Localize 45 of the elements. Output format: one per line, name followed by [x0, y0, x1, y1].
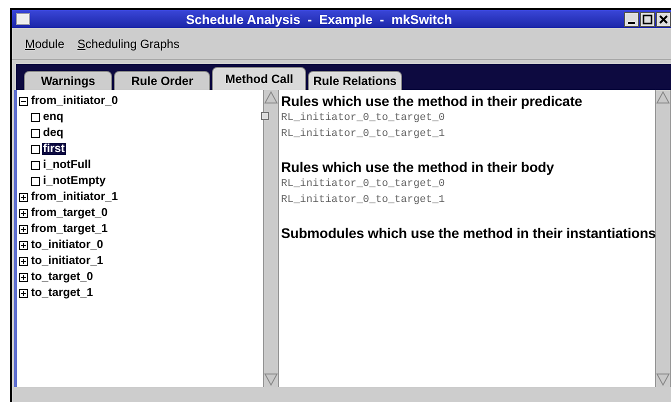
tree-item[interactable]: to_target_0 — [30, 271, 94, 283]
app-logo-icon — [16, 13, 30, 25]
rule-name: RL_initiator_0_to_target_1 — [281, 193, 446, 208]
tree-item[interactable]: enq — [42, 111, 64, 123]
menu-item[interactable]: Module — [25, 36, 64, 50]
checkbox-icon[interactable] — [31, 160, 40, 170]
minimize-icon[interactable] — [624, 12, 639, 26]
checkbox-icon[interactable] — [31, 176, 40, 186]
expand-icon[interactable] — [19, 208, 28, 218]
tree-item[interactable]: from_target_1 — [30, 223, 109, 235]
expand-icon[interactable] — [19, 288, 28, 298]
checkbox-icon[interactable] — [31, 112, 40, 122]
window-title: Schedule Analysis - Example - mkSwitch — [184, 12, 454, 26]
tree-item[interactable]: from_target_0 — [30, 207, 109, 219]
tree-item[interactable]: to_initiator_1 — [30, 255, 104, 267]
tree-item[interactable]: i_notFull — [42, 159, 92, 171]
collapse-icon[interactable] — [19, 96, 28, 106]
rule-name: RL_initiator_0_to_target_0 — [281, 177, 446, 192]
expand-icon[interactable] — [19, 224, 28, 234]
expand-icon[interactable] — [19, 240, 28, 250]
tab[interactable]: Warnings — [24, 71, 112, 90]
close-icon[interactable] — [656, 12, 671, 26]
tab[interactable]: Rule Order — [114, 71, 210, 90]
tree-item[interactable]: i_notEmpty — [42, 175, 107, 187]
checkbox-icon[interactable] — [31, 128, 40, 138]
tree-item[interactable]: from_initiator_1 — [30, 191, 119, 203]
tree-item[interactable]: to_initiator_0 — [30, 239, 104, 251]
maximize-icon[interactable] — [640, 12, 655, 26]
tree-item[interactable]: from_initiator_0 — [30, 95, 119, 107]
tab[interactable]: Rule Relations — [308, 71, 402, 90]
section-heading: Rules which use the method in their body — [281, 159, 555, 176]
splitter-handle[interactable] — [261, 112, 269, 120]
expand-icon[interactable] — [19, 256, 28, 266]
rule-name: RL_initiator_0_to_target_0 — [281, 111, 446, 126]
expand-icon[interactable] — [19, 192, 28, 202]
tree-item[interactable]: deq — [42, 127, 64, 139]
tree-item[interactable]: to_target_1 — [30, 287, 94, 299]
tab[interactable]: Method Call — [212, 67, 306, 90]
menu-item[interactable]: Scheduling Graphs — [77, 36, 180, 50]
section-heading: Submodules which use the method in their instantiations — [281, 225, 653, 242]
checkbox-icon[interactable] — [31, 144, 40, 154]
section-heading: Rules which use the method in their predicate — [281, 93, 584, 110]
rule-name: RL_initiator_0_to_target_1 — [281, 127, 446, 142]
tree-item[interactable]: first — [42, 143, 66, 155]
expand-icon[interactable] — [19, 272, 28, 282]
